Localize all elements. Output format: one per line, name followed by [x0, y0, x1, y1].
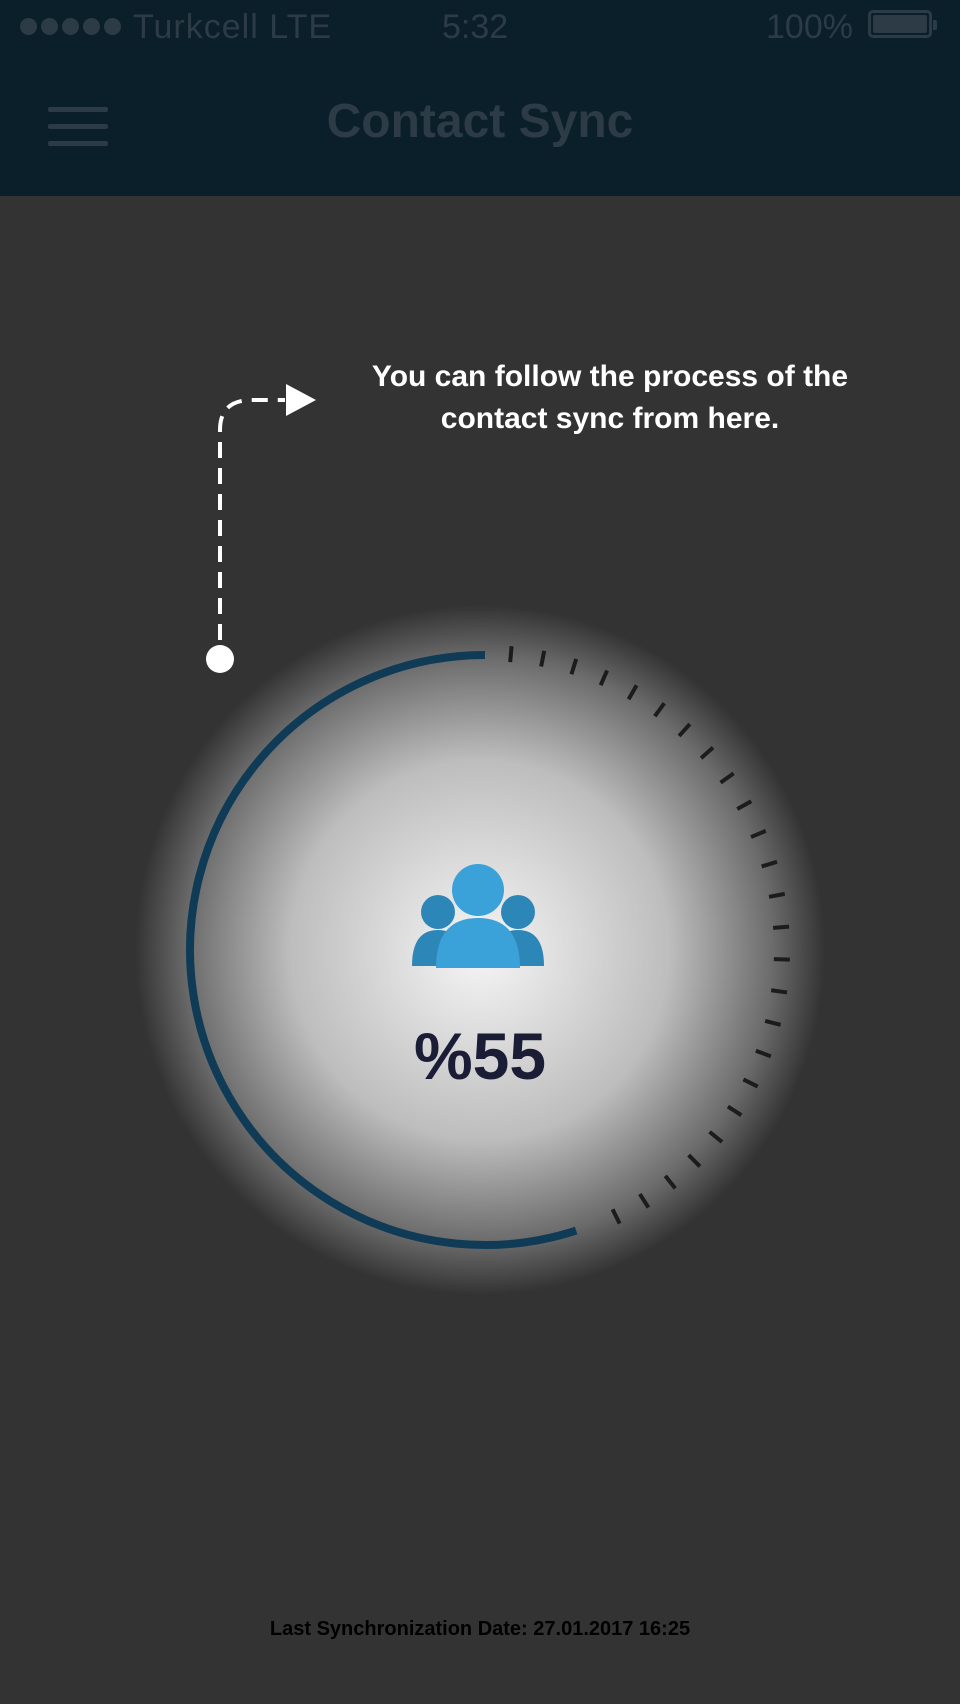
gauge-tick [772, 924, 790, 930]
last-sync-label: Last Synchronization Date: 27.01.2017 16… [269, 1618, 691, 1640]
progress-gauge [135, 605, 825, 1295]
progress-percent: %55 [413, 1019, 547, 1093]
gauge-tick [770, 988, 788, 995]
gauge-tick [773, 957, 790, 962]
contacts-group-icon [412, 864, 544, 968]
gauge-tick [508, 645, 514, 663]
